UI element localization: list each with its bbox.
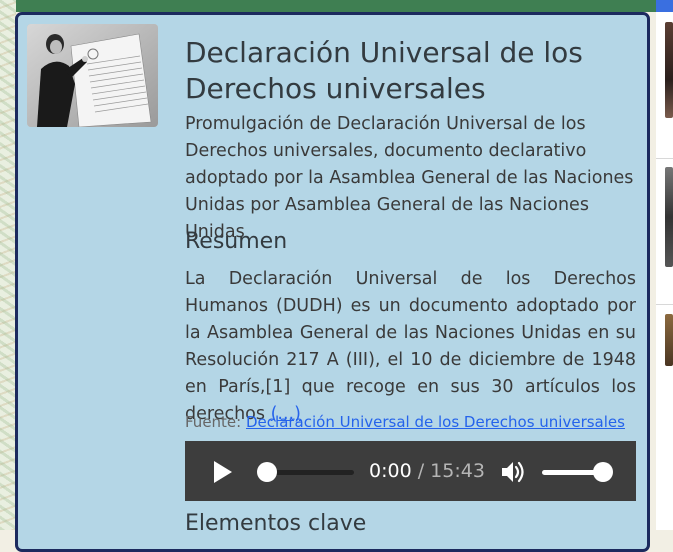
play-icon[interactable] bbox=[209, 459, 235, 485]
side-list bbox=[656, 12, 673, 530]
key-elements-heading: Elementos clave bbox=[185, 511, 367, 536]
summary-body: La Declaración Universal de los Derechos… bbox=[185, 269, 636, 424]
total-time: 15:43 bbox=[430, 460, 485, 482]
current-time: 0:00 bbox=[369, 460, 412, 482]
summary-heading: Resumen bbox=[185, 229, 288, 254]
article-panel: Declaración Universal de los Derechos un… bbox=[15, 12, 650, 552]
side-divider bbox=[656, 304, 673, 305]
source-line: Fuente: Declaración Universal de los Der… bbox=[185, 412, 636, 432]
top-bar-accent bbox=[656, 0, 673, 12]
seek-handle[interactable] bbox=[257, 462, 277, 482]
time-display: 0:00 / 15:43 bbox=[369, 458, 485, 484]
top-bar bbox=[16, 0, 656, 12]
summary-text: La Declaración Universal de los Derechos… bbox=[185, 266, 636, 428]
article-title: Declaración Universal de los Derechos un… bbox=[185, 36, 583, 105]
side-thumbnail[interactable] bbox=[665, 314, 673, 366]
side-thumbnail[interactable] bbox=[665, 167, 673, 267]
source-link[interactable]: Declaración Universal de los Derechos un… bbox=[246, 413, 625, 431]
audio-player: 0:00 / 15:43 bbox=[185, 441, 636, 501]
seek-track[interactable] bbox=[267, 470, 354, 475]
source-label: Fuente: bbox=[185, 413, 242, 431]
side-divider bbox=[656, 158, 673, 159]
map-background bbox=[0, 0, 16, 530]
side-thumbnail[interactable] bbox=[665, 22, 673, 118]
time-separator: / bbox=[417, 460, 425, 482]
article-photo bbox=[27, 24, 158, 127]
photo-image-icon bbox=[27, 24, 158, 127]
article-subtitle: Promulgación de Declaración Universal de… bbox=[185, 114, 634, 242]
volume-icon[interactable] bbox=[500, 459, 526, 485]
volume-handle[interactable] bbox=[593, 462, 613, 482]
